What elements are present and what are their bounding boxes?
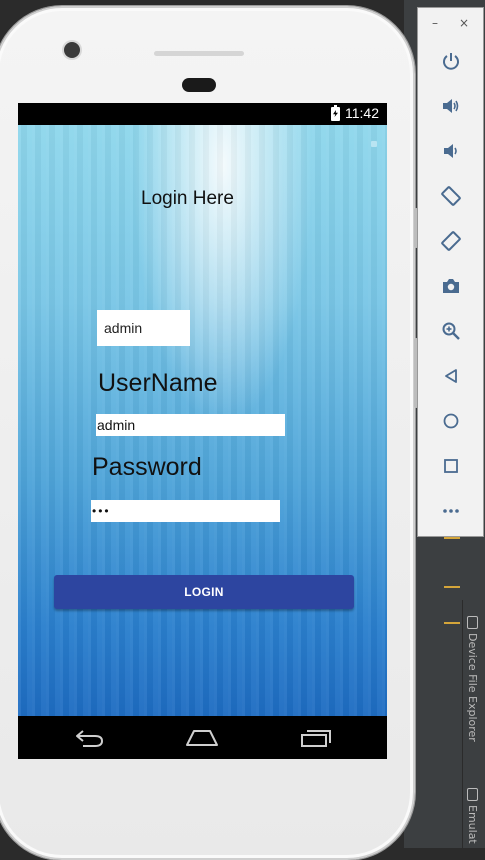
earpiece (182, 78, 216, 92)
speaker-grille (154, 51, 244, 56)
back-button[interactable] (438, 363, 464, 389)
volume-down-icon (444, 144, 457, 158)
volume-down-button[interactable] (438, 138, 464, 164)
username-input[interactable] (96, 414, 285, 436)
minimize-button[interactable]: – (432, 17, 438, 29)
ide-gutter-marker (444, 622, 460, 624)
recents-icon (301, 730, 331, 747)
home-icon (186, 730, 218, 746)
emulator-tab[interactable]: Emulat (466, 788, 479, 844)
rotate-left-button[interactable] (438, 183, 464, 209)
navigation-bar (18, 716, 387, 759)
ide-side-tool-strip: Device File Explorer Emulat (462, 600, 485, 848)
power-button[interactable] (438, 48, 464, 74)
emulator-control-panel: – × (417, 7, 484, 537)
home-icon (443, 413, 459, 429)
camera-icon (443, 279, 459, 293)
rotate-right-icon (441, 231, 461, 251)
close-button[interactable]: × (459, 17, 469, 29)
username-echo-box: admin (97, 310, 190, 346)
overflow-indicator (371, 141, 377, 147)
login-button[interactable]: LOGIN (54, 575, 354, 609)
zoom-in-icon (442, 322, 460, 340)
device-screen: 11:42 Login Here admin UserName Password… (18, 103, 387, 759)
ide-gutter-marker (444, 586, 460, 588)
page-title: Login Here (141, 188, 234, 209)
more-button[interactable] (438, 498, 464, 524)
nav-home-button[interactable] (182, 724, 222, 752)
power-icon (443, 53, 459, 70)
zoom-button[interactable] (438, 318, 464, 344)
battery-charging-icon (331, 105, 340, 121)
password-label: Password (92, 453, 202, 481)
back-icon (445, 369, 457, 383)
back-icon (76, 730, 103, 747)
password-input[interactable] (91, 500, 280, 522)
rotate-left-icon (441, 186, 461, 206)
ide-gutter-marker (444, 537, 460, 539)
username-label: UserName (98, 369, 218, 397)
overview-icon (444, 459, 458, 473)
nav-back-button[interactable] (69, 724, 109, 752)
nav-recents-button[interactable] (296, 724, 336, 752)
overview-button[interactable] (438, 453, 464, 479)
more-icon (443, 509, 459, 513)
status-bar: 11:42 (18, 103, 387, 125)
screenshot-button[interactable] (438, 273, 464, 299)
login-activity: Login Here admin UserName Password LOGIN (18, 125, 387, 716)
volume-up-button[interactable] (438, 93, 464, 119)
home-button[interactable] (438, 408, 464, 434)
status-clock: 11:42 (345, 105, 379, 121)
volume-up-icon (443, 99, 459, 113)
device-file-explorer-tab[interactable]: Device File Explorer (466, 616, 479, 742)
rotate-right-button[interactable] (438, 228, 464, 254)
device-icon (466, 616, 478, 629)
emulator-icon (466, 788, 478, 801)
front-camera (64, 42, 80, 58)
